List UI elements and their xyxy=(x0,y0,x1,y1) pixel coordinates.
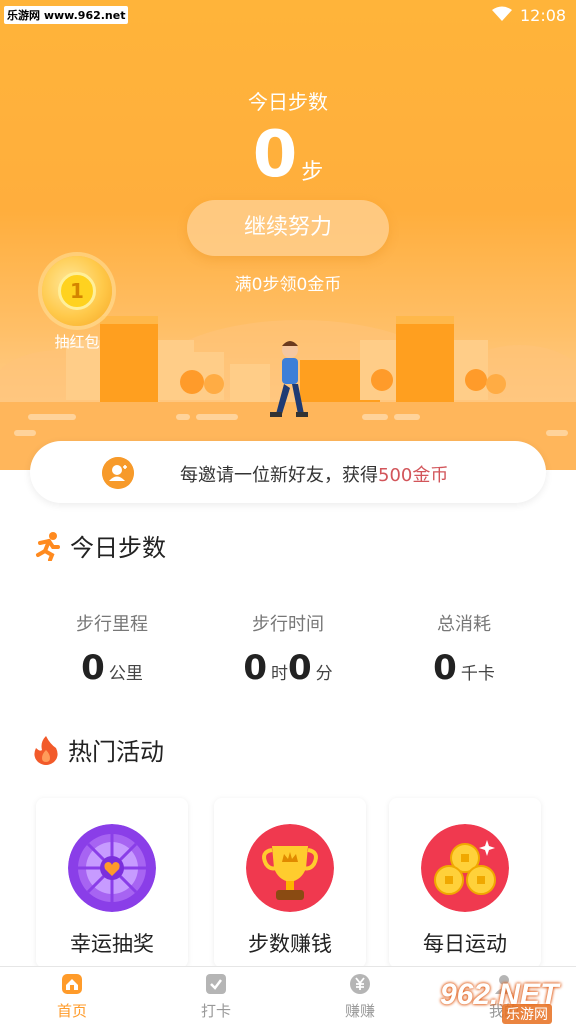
tab-label: 首页 xyxy=(56,1002,87,1020)
stat-hours-unit: 时 xyxy=(271,664,288,684)
stat-time: 步行时间 0 时0 分 xyxy=(208,610,368,688)
section-title: 热门活动 xyxy=(68,738,164,766)
stat-value: 0 xyxy=(433,648,457,688)
steps-number: 0 xyxy=(252,118,298,192)
activity-label: 步数赚钱 xyxy=(248,932,332,956)
redpacket-button[interactable]: 1 xyxy=(42,256,112,326)
stat-unit: 千卡 xyxy=(460,664,495,684)
stat-label: 步行里程 xyxy=(76,614,148,635)
hero-header: 乐游网 www.962.net 12:08 今日步数 0步 继续努力 满0步领0… xyxy=(0,0,576,470)
tab-checkin[interactable]: 打卡 xyxy=(144,967,288,1024)
invite-banner[interactable]: 每邀请一位新好友，获得500金币 xyxy=(30,441,546,503)
lucky-wheel-icon xyxy=(68,824,156,912)
stat-hours: 0 xyxy=(243,648,267,688)
steps-title: 今日步数 xyxy=(248,90,328,114)
today-section-header: 今日步数 xyxy=(32,528,166,563)
activity-card-daily-exercise[interactable]: 每日运动 xyxy=(389,798,541,968)
wifi-icon xyxy=(492,6,512,21)
steps-counter: 0步 xyxy=(0,118,576,192)
stat-label: 步行时间 xyxy=(252,614,324,635)
coin-icon: 1 xyxy=(58,272,96,310)
running-icon xyxy=(36,531,60,561)
invite-text: 每邀请一位新好友，获得500金币 xyxy=(180,461,448,487)
activity-card-step-earn[interactable]: 步数赚钱 xyxy=(214,798,366,968)
stat-minutes: 0 xyxy=(288,648,312,688)
clock: 12:08 xyxy=(520,6,567,25)
activity-label: 每日运动 xyxy=(423,932,507,956)
yuan-coin-icon xyxy=(350,974,370,994)
activities-section-header: 热门活动 xyxy=(32,732,164,767)
stat-value: 0 xyxy=(81,648,105,688)
invite-reward: 500金币 xyxy=(378,465,449,486)
status-bar: 乐游网 www.962.net 12:08 xyxy=(0,0,576,30)
gold-coins-icon xyxy=(421,824,509,912)
trophy-icon xyxy=(246,824,334,912)
stat-minutes-unit: 分 xyxy=(315,664,333,684)
steps-unit: 步 xyxy=(301,160,324,185)
stat-unit: 公里 xyxy=(108,664,143,684)
tab-label: 赚赚 xyxy=(344,1002,375,1020)
stat-label: 总消耗 xyxy=(437,614,491,635)
tab-earn[interactable]: 赚赚 xyxy=(288,967,432,1024)
home-icon xyxy=(62,974,82,994)
activity-card-lucky-draw[interactable]: 幸运抽奖 xyxy=(36,798,188,968)
tab-label: 打卡 xyxy=(200,1002,231,1020)
invite-message: 每邀请一位新好友，获得 xyxy=(180,465,378,486)
watermark-badge: 乐游网 www.962.net xyxy=(4,6,129,24)
flame-icon xyxy=(34,735,58,765)
continue-button[interactable]: 继续努力 xyxy=(187,200,389,256)
activity-label: 幸运抽奖 xyxy=(70,932,154,956)
redpacket-label: 抽红包 xyxy=(54,333,100,351)
watermark-site-text: 乐游网 xyxy=(502,1004,552,1024)
stat-calories: 总消耗 0 千卡 xyxy=(384,610,544,688)
tab-home[interactable]: 首页 xyxy=(0,967,144,1024)
stat-distance: 步行里程 0 公里 xyxy=(32,610,192,688)
checkin-icon xyxy=(206,974,226,994)
section-title: 今日步数 xyxy=(70,534,166,562)
add-friend-icon xyxy=(102,457,134,489)
watermark-logo: 962.NET 乐游网 xyxy=(440,978,572,1024)
